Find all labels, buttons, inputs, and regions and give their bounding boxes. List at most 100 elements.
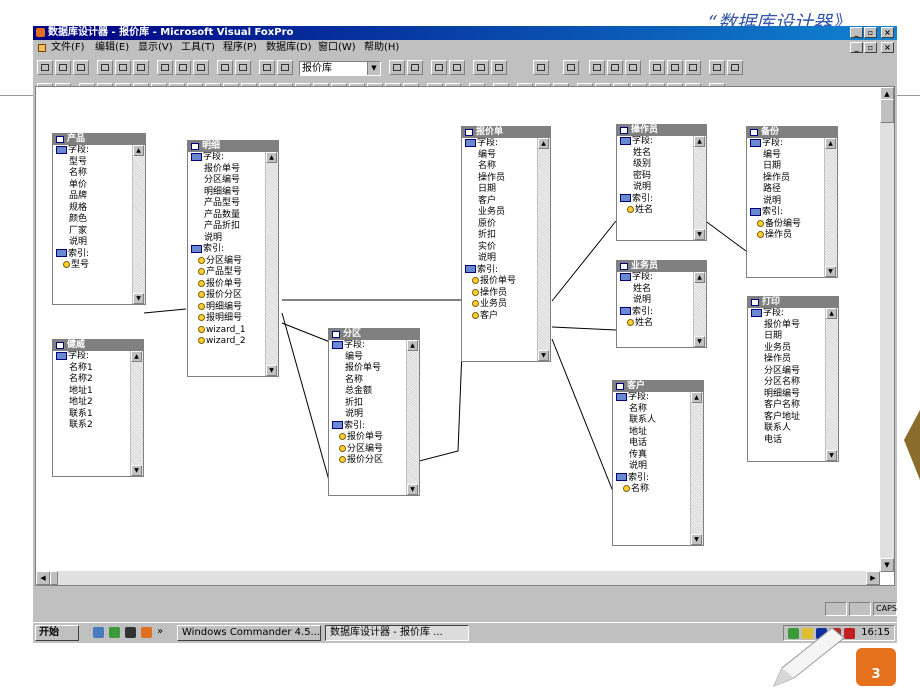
desktop-icon[interactable]	[93, 627, 104, 638]
field-item[interactable]: 产品折扣	[188, 221, 266, 233]
relation-baojiadan-kehu[interactable]	[551, 338, 617, 500]
field-item[interactable]: 说明	[613, 461, 691, 473]
fields-section[interactable]: 字段:	[747, 138, 825, 150]
table-scrollbar[interactable]: ▲ ▼	[690, 392, 703, 545]
field-item[interactable]: 名称	[613, 404, 691, 416]
fields-section[interactable]: 字段:	[617, 272, 694, 284]
scroll-up-icon[interactable]: ▲	[266, 152, 277, 163]
fields-section[interactable]: 字段:	[748, 308, 826, 320]
save-icon[interactable]	[73, 60, 89, 75]
field-item[interactable]: 名称2	[53, 374, 131, 386]
index-item[interactable]: 备份编号	[747, 219, 825, 231]
database-combo[interactable]: 报价库 ▼	[299, 61, 381, 76]
field-item[interactable]: 操作员	[462, 173, 538, 185]
chevron-down-icon[interactable]: ▼	[367, 62, 380, 75]
fields-section[interactable]: 字段:	[53, 145, 133, 157]
field-item[interactable]: 总金额	[329, 386, 407, 398]
field-item[interactable]: 操作员	[748, 354, 826, 366]
close-button[interactable]: ×	[881, 27, 894, 38]
index-item[interactable]: 操作员	[462, 288, 538, 300]
table-title[interactable]: 操作员	[617, 125, 706, 136]
scroll-thumb[interactable]	[880, 99, 894, 123]
index-item[interactable]: 业务员	[462, 299, 538, 311]
field-item[interactable]: 说明	[747, 196, 825, 208]
field-item[interactable]: 操作员	[747, 173, 825, 185]
field-item[interactable]: 分区名称	[748, 377, 826, 389]
remove-table-icon[interactable]	[607, 60, 623, 75]
indexes-section[interactable]: 索引:	[617, 194, 694, 206]
scroll-left-icon[interactable]: ◀	[36, 571, 50, 585]
field-item[interactable]: 级别	[617, 159, 694, 171]
table-title[interactable]: 打印	[748, 297, 838, 308]
table-scrollbar[interactable]: ▲ ▼	[693, 272, 706, 347]
field-item[interactable]: 名称	[462, 161, 538, 173]
table-chanpin[interactable]: 产品 字段: 型号 名称 单价 品牌 规格 颜色 厂家 说明 索引: 型号 ▲ ▼	[52, 133, 146, 305]
view-window-icon[interactable]	[407, 60, 423, 75]
field-item[interactable]: 折扣	[462, 230, 538, 242]
field-item[interactable]: 联系人	[613, 415, 691, 427]
command-window-icon[interactable]	[389, 60, 405, 75]
field-item[interactable]: 地址2	[53, 397, 131, 409]
field-item[interactable]: 联系1	[53, 409, 131, 421]
menu-view[interactable]: 显示(V)	[138, 40, 173, 55]
index-item[interactable]: 报价单号	[462, 276, 538, 288]
field-item[interactable]: 名称	[329, 375, 407, 387]
preview-icon[interactable]	[115, 60, 131, 75]
indexes-section[interactable]: 索引:	[617, 307, 694, 319]
index-item[interactable]: 姓名	[617, 318, 694, 330]
cut-icon[interactable]	[157, 60, 173, 75]
fields-section[interactable]: 字段:	[188, 152, 266, 164]
paste-icon[interactable]	[193, 60, 209, 75]
scroll-down-icon[interactable]: ▼	[538, 350, 549, 361]
menu-program[interactable]: 程序(P)	[223, 40, 257, 55]
run-icon[interactable]	[259, 60, 275, 75]
table-title[interactable]: 分区	[329, 329, 419, 340]
field-item[interactable]: 说明	[53, 237, 133, 249]
field-item[interactable]: 联系人	[748, 423, 826, 435]
field-item[interactable]: 原价	[462, 219, 538, 231]
scroll-up-icon[interactable]: ▲	[691, 392, 702, 403]
scroll-down-icon[interactable]: ▼	[691, 534, 702, 545]
table-beifen[interactable]: 备份 字段: 编号 日期 操作员 路径 说明 索引: 备份编号 操作员 ▲ ▼	[746, 126, 838, 278]
field-item[interactable]: 明细编号	[748, 389, 826, 401]
minimize-button[interactable]: _	[850, 27, 863, 38]
field-item[interactable]: 业务员	[748, 343, 826, 355]
indexes-section[interactable]: 索引:	[613, 473, 691, 485]
scroll-up-icon[interactable]: ▲	[133, 145, 144, 156]
table-title[interactable]: 健威	[53, 340, 143, 351]
new-table-icon[interactable]	[563, 60, 579, 75]
table-scrollbar[interactable]: ▲ ▼	[406, 340, 419, 495]
field-item[interactable]: 联系2	[53, 420, 131, 432]
table-scrollbar[interactable]: ▲ ▼	[693, 136, 706, 240]
report-wizard-icon[interactable]	[449, 60, 465, 75]
scroll-down-icon[interactable]: ▼	[133, 293, 144, 304]
add-table-icon[interactable]	[589, 60, 605, 75]
indexes-section[interactable]: 索引:	[747, 207, 825, 219]
scroll-down-icon[interactable]: ▼	[826, 450, 837, 461]
new-view-icon[interactable]	[625, 60, 641, 75]
field-item[interactable]: 说明	[188, 233, 266, 245]
browser-icon[interactable]	[109, 627, 120, 638]
relation-chanpin-mingxi[interactable]	[143, 308, 187, 314]
field-item[interactable]: 颜色	[53, 214, 133, 226]
table-scrollbar[interactable]: ▲ ▼	[825, 308, 838, 461]
scroll-down-icon[interactable]: ▼	[407, 484, 418, 495]
fields-section[interactable]: 字段:	[53, 351, 131, 363]
index-item[interactable]: 型号	[53, 260, 133, 272]
table-caozuoyuan[interactable]: 操作员 字段: 姓名 级别 密码 说明 索引: 姓名 ▲ ▼	[616, 124, 707, 241]
scroll-up-icon[interactable]: ▲	[694, 272, 705, 283]
field-item[interactable]: 实价	[462, 242, 538, 254]
index-item[interactable]: 报价单号	[329, 432, 407, 444]
task-windows-commander[interactable]: Windows Commander 4.5...	[177, 625, 321, 641]
scroll-up-icon[interactable]: ▲	[826, 308, 837, 319]
field-item[interactable]: 品牌	[53, 191, 133, 203]
field-item[interactable]: 电话	[613, 438, 691, 450]
doc-maximize-button[interactable]: ▫	[864, 42, 877, 53]
scroll-up-icon[interactable]: ▲	[694, 136, 705, 147]
index-item[interactable]: wizard_2	[188, 336, 266, 348]
index-item[interactable]: 操作员	[747, 230, 825, 242]
undo-icon[interactable]	[217, 60, 233, 75]
indexes-section[interactable]: 索引:	[53, 249, 133, 261]
fields-section[interactable]: 字段:	[617, 136, 694, 148]
table-title[interactable]: 报价单	[462, 127, 550, 138]
